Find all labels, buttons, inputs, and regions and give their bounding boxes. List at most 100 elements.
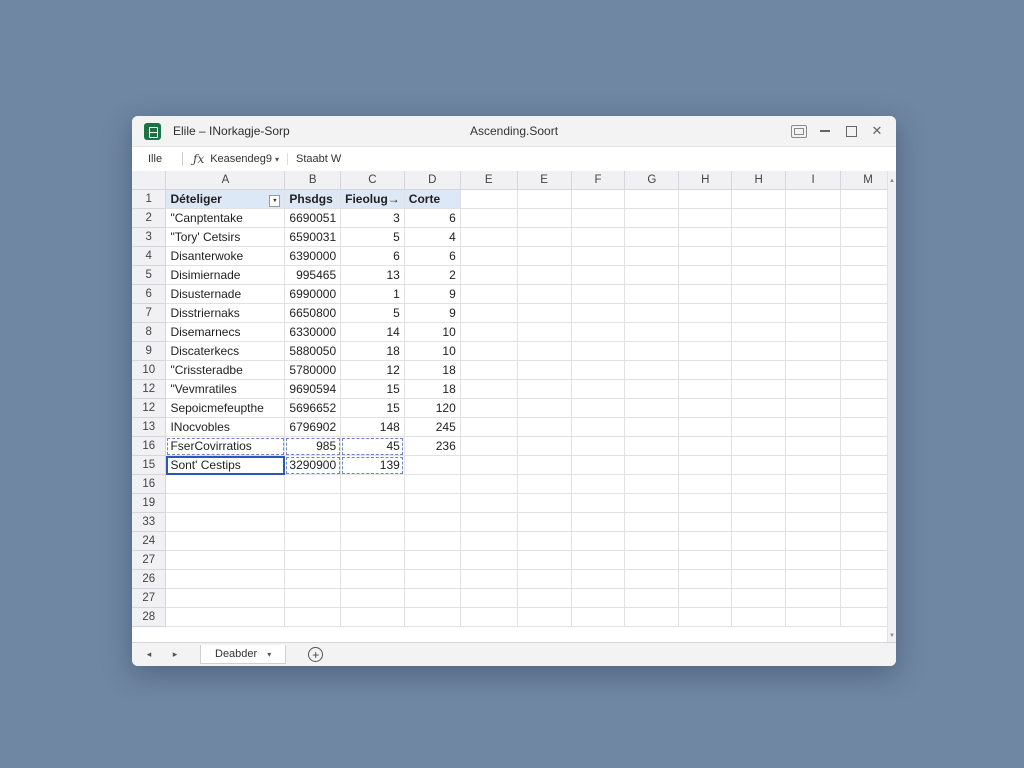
- empty-cell[interactable]: [785, 189, 841, 209]
- empty-cell[interactable]: [731, 284, 787, 304]
- row-header[interactable]: 16: [132, 436, 167, 456]
- grid-cell[interactable]: Disemarnecs: [165, 322, 286, 342]
- empty-cell[interactable]: [678, 360, 733, 380]
- grid-cell[interactable]: [284, 550, 342, 570]
- empty-cell[interactable]: [731, 398, 787, 418]
- grid-cell[interactable]: 120: [404, 398, 461, 418]
- row-header[interactable]: 13: [132, 417, 167, 437]
- column-header[interactable]: A: [165, 171, 286, 190]
- row-header[interactable]: 19: [132, 493, 167, 513]
- grid-cell[interactable]: 6690051: [284, 208, 342, 228]
- empty-cell[interactable]: [460, 607, 518, 627]
- empty-cell[interactable]: [785, 246, 841, 266]
- row-header[interactable]: 16: [132, 474, 167, 494]
- empty-cell[interactable]: [785, 379, 841, 399]
- grid-cell[interactable]: 6: [404, 246, 461, 266]
- previous-sheet-icon[interactable]: ◂: [140, 649, 158, 660]
- empty-cell[interactable]: [785, 512, 841, 532]
- empty-cell[interactable]: [624, 550, 680, 570]
- grid-cell[interactable]: Disimiernade: [165, 265, 286, 285]
- empty-cell[interactable]: [571, 417, 626, 437]
- empty-cell[interactable]: [460, 208, 518, 228]
- column-header[interactable]: H: [731, 171, 787, 190]
- empty-cell[interactable]: [571, 360, 626, 380]
- empty-cell[interactable]: [571, 284, 626, 304]
- grid-cell[interactable]: [404, 550, 461, 570]
- empty-cell[interactable]: [517, 303, 572, 323]
- row-header[interactable]: 12: [132, 398, 167, 418]
- grid-cell[interactable]: [284, 493, 342, 513]
- empty-cell[interactable]: [731, 265, 787, 285]
- grid-cell[interactable]: Disstriernaks: [165, 303, 286, 323]
- grid-cell[interactable]: 6390000: [284, 246, 342, 266]
- empty-cell[interactable]: [785, 265, 841, 285]
- grid-cell[interactable]: [284, 531, 342, 551]
- column-header[interactable]: H: [678, 171, 733, 190]
- empty-cell[interactable]: [460, 455, 518, 475]
- empty-cell[interactable]: [731, 512, 787, 532]
- row-header[interactable]: 3: [132, 227, 167, 247]
- grid-cell[interactable]: [340, 550, 405, 570]
- grid-cell[interactable]: 985: [284, 436, 342, 456]
- empty-cell[interactable]: [517, 246, 572, 266]
- empty-cell[interactable]: [517, 436, 572, 456]
- row-header[interactable]: 6: [132, 284, 167, 304]
- grid-cell[interactable]: [340, 493, 405, 513]
- grid-cell[interactable]: 148: [340, 417, 405, 437]
- grid-cell[interactable]: Disusternade: [165, 284, 286, 304]
- select-all-corner[interactable]: [132, 171, 167, 190]
- grid-cell[interactable]: 6796902: [284, 417, 342, 437]
- column-header[interactable]: E: [517, 171, 572, 190]
- empty-cell[interactable]: [785, 436, 841, 456]
- grid-cell[interactable]: [284, 607, 342, 627]
- column-header[interactable]: F: [571, 171, 626, 190]
- empty-cell[interactable]: [517, 569, 572, 589]
- empty-cell[interactable]: [460, 512, 518, 532]
- grid-cell[interactable]: 45: [340, 436, 405, 456]
- row-header[interactable]: 24: [132, 531, 167, 551]
- empty-cell[interactable]: [460, 284, 518, 304]
- empty-cell[interactable]: [571, 208, 626, 228]
- grid-cell[interactable]: "Vevmratiles: [165, 379, 286, 399]
- empty-cell[interactable]: [785, 455, 841, 475]
- empty-cell[interactable]: [624, 208, 680, 228]
- empty-cell[interactable]: [460, 398, 518, 418]
- empty-cell[interactable]: [624, 417, 680, 437]
- empty-cell[interactable]: [731, 493, 787, 513]
- empty-cell[interactable]: [571, 607, 626, 627]
- empty-cell[interactable]: [731, 227, 787, 247]
- empty-cell[interactable]: [785, 303, 841, 323]
- empty-cell[interactable]: [460, 265, 518, 285]
- grid-cell[interactable]: [165, 569, 286, 589]
- column-header[interactable]: G: [624, 171, 680, 190]
- grid-cell[interactable]: [340, 569, 405, 589]
- empty-cell[interactable]: [624, 360, 680, 380]
- empty-cell[interactable]: [678, 208, 733, 228]
- empty-cell[interactable]: [624, 531, 680, 551]
- grid-cell[interactable]: 5780000: [284, 360, 342, 380]
- grid-cell[interactable]: 4: [404, 227, 461, 247]
- empty-cell[interactable]: [571, 379, 626, 399]
- grid-cell[interactable]: [404, 569, 461, 589]
- empty-cell[interactable]: [460, 436, 518, 456]
- empty-cell[interactable]: [517, 493, 572, 513]
- grid-cell[interactable]: 18: [340, 341, 405, 361]
- empty-cell[interactable]: [624, 322, 680, 342]
- empty-cell[interactable]: [460, 322, 518, 342]
- empty-cell[interactable]: [678, 455, 733, 475]
- empty-cell[interactable]: [785, 550, 841, 570]
- grid-cell[interactable]: 3290900: [284, 455, 342, 475]
- empty-cell[interactable]: [785, 284, 841, 304]
- empty-cell[interactable]: [678, 436, 733, 456]
- empty-cell[interactable]: [517, 607, 572, 627]
- grid-cell[interactable]: [165, 588, 286, 608]
- grid-cell[interactable]: 995465: [284, 265, 342, 285]
- grid-cell[interactable]: [340, 474, 405, 494]
- empty-cell[interactable]: [678, 227, 733, 247]
- grid-cell[interactable]: [165, 474, 286, 494]
- grid-cell[interactable]: 2: [404, 265, 461, 285]
- grid-cell[interactable]: Sepoicmefeupthe: [165, 398, 286, 418]
- empty-cell[interactable]: [571, 531, 626, 551]
- empty-cell[interactable]: [624, 246, 680, 266]
- row-header[interactable]: 27: [132, 588, 167, 608]
